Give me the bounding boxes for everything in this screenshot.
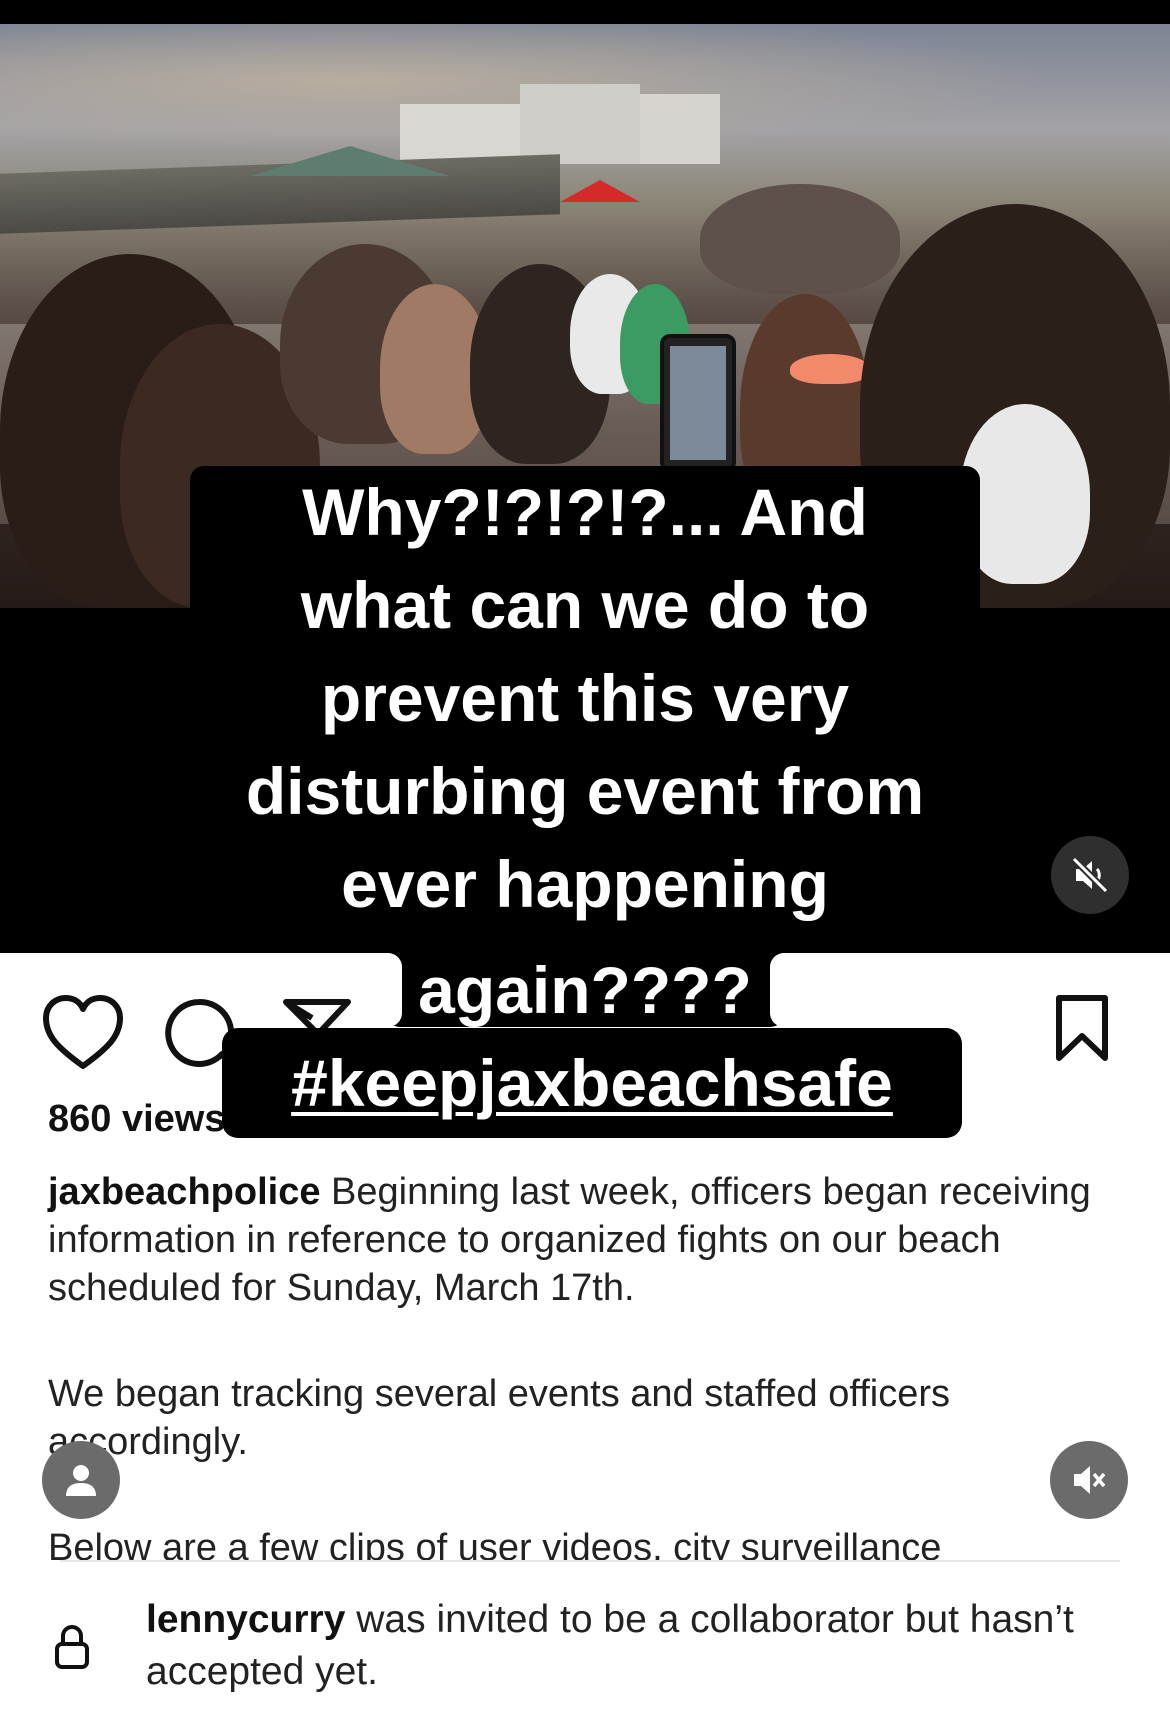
caption-username[interactable]: jaxbeachpolice <box>48 1171 320 1213</box>
caption-line: what can we do to <box>300 568 870 642</box>
speaker-muted-icon <box>1074 1466 1106 1494</box>
bookmark-icon[interactable] <box>1054 994 1110 1062</box>
speaker-muted-icon <box>1071 856 1109 894</box>
post-caption: jaxbeachpolice Beginning last week, offi… <box>48 1168 1128 1312</box>
caption-notch <box>770 953 786 1027</box>
caption-paragraph-truncated: Below are a few clips of user videos, ci… <box>48 1527 942 1560</box>
caption-last-line: again???? <box>384 953 786 1027</box>
caption-line: disturbing event from <box>245 754 925 828</box>
collaborator-notice-text: lennycurry was invited to be a collabora… <box>146 1594 1126 1698</box>
heart-icon[interactable] <box>40 992 126 1072</box>
caption-paragraph: We began tracking several events and sta… <box>48 1373 950 1463</box>
video-caption-overlay: Why?!?!?!?... And what can we do to prev… <box>190 466 980 931</box>
caption-line: prevent this very <box>320 661 850 735</box>
tagged-people-button[interactable] <box>42 1441 120 1519</box>
post-video[interactable]: Why?!?!?!?... And what can we do to prev… <box>0 0 1170 953</box>
mute-button[interactable] <box>1051 836 1129 914</box>
caption-line: ever happening <box>341 847 829 921</box>
collaborator-username[interactable]: lennycurry <box>146 1598 345 1641</box>
person-icon <box>66 1465 96 1496</box>
mute-button[interactable] <box>1050 1441 1128 1519</box>
view-count[interactable]: 860 views <box>48 1098 225 1141</box>
lock-icon <box>55 1625 89 1669</box>
caption-notch <box>384 953 402 1027</box>
caption-line: Why?!?!?!?... And <box>302 475 868 549</box>
hashtag-overlay[interactable]: #keepjaxbeachsafe <box>222 1028 962 1138</box>
